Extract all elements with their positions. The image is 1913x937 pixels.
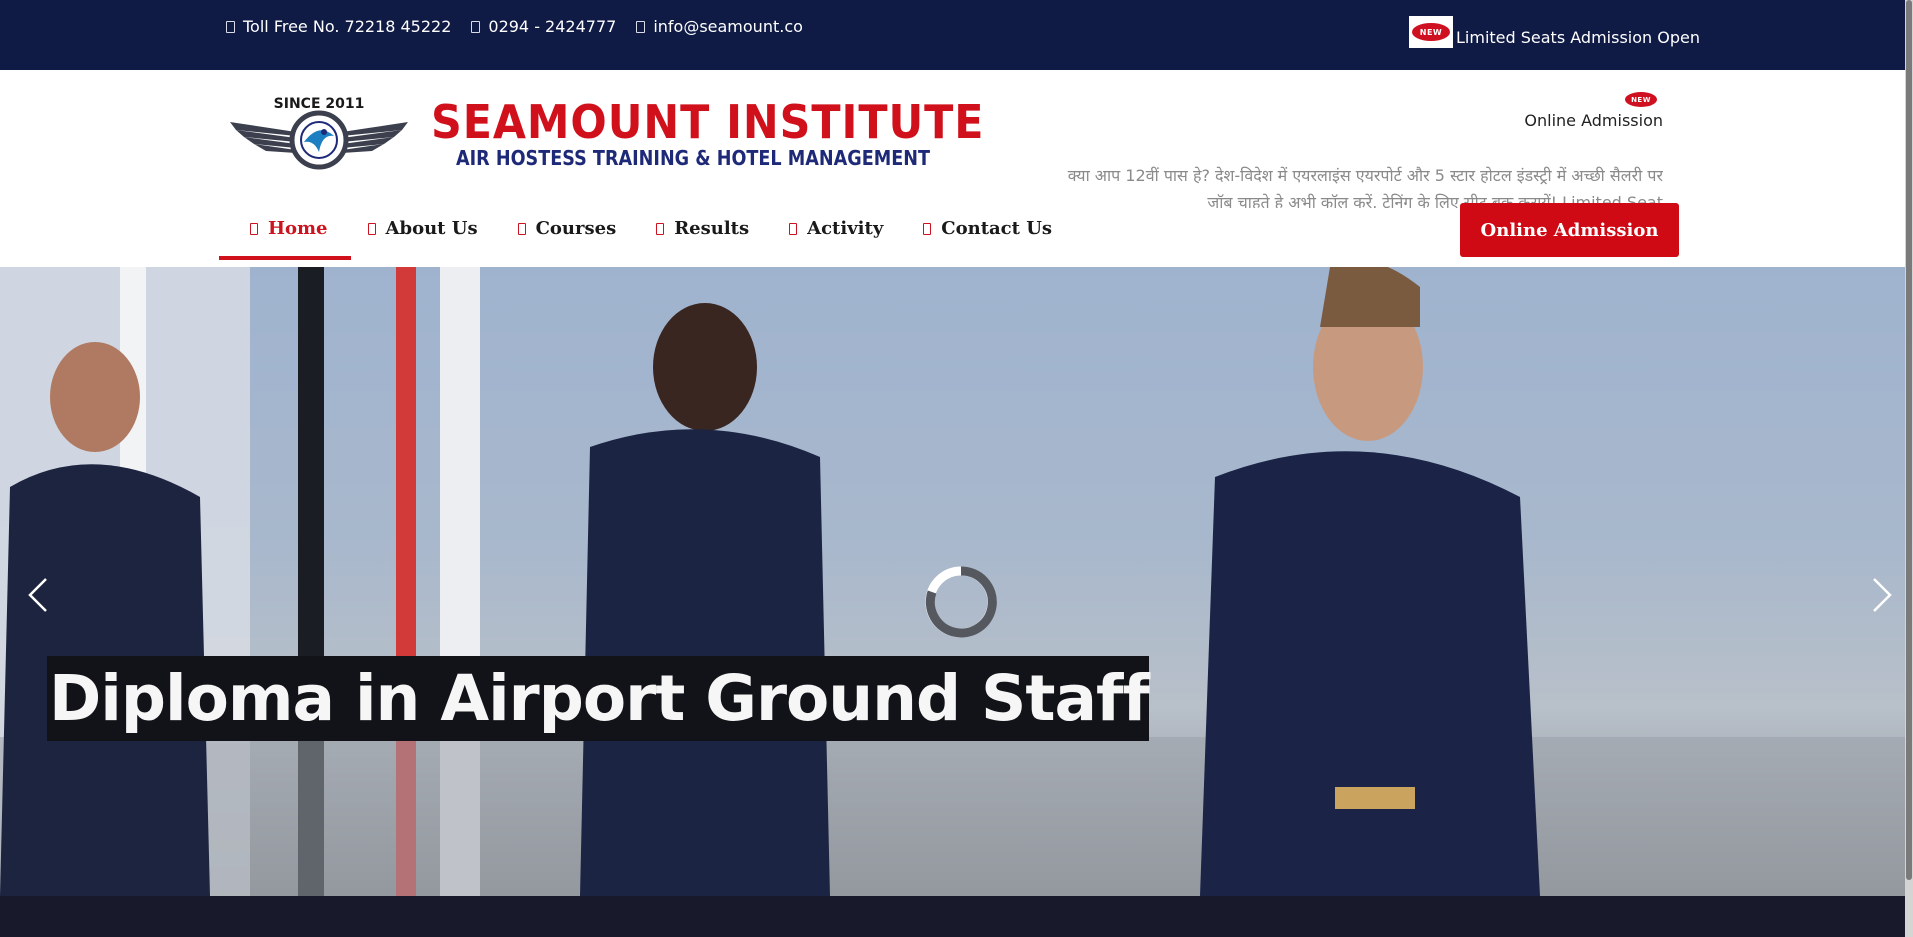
local-phone-contact[interactable]: 0294 - 2424777 (471, 17, 616, 36)
phone-icon (226, 20, 235, 33)
nav-item-home[interactable]: Home (250, 218, 328, 239)
slide-caption: Diploma in Airport Ground Staff (47, 656, 1150, 741)
scrollbar-thumb[interactable] (1906, 0, 1912, 880)
online-admission-button[interactable]: Online Admission (1460, 203, 1679, 257)
online-admission-link-text: Online Admission (1524, 111, 1663, 130)
nav-item-label: Courses (535, 218, 617, 239)
nav-item-label: Results (674, 218, 750, 239)
admission-notice-text: Limited Seats Admission Open (1456, 27, 1700, 47)
book-icon (517, 222, 526, 235)
announcement-marquee: क्या आप 12वीं पास हे? देश-विदेश में एयरल… (1067, 166, 1663, 208)
logo-since-text: SINCE 2011 (274, 96, 365, 112)
section-strip (0, 896, 1913, 937)
top-bar: Toll Free No. 72218 45222 0294 - 2424777… (0, 0, 1913, 70)
nav-item-label: Contact Us (941, 218, 1053, 239)
nav-item-about-us[interactable]: About Us (367, 218, 478, 239)
main-nav: Home About Us Courses Results Activity C… (250, 218, 1092, 239)
logo-subtitle: AIR HOSTESS TRAINING & HOTEL MANAGEMENT (456, 146, 931, 170)
logo-title: SEAMOUNT INSTITUTE (431, 95, 985, 149)
page-scrollbar[interactable] (1905, 0, 1913, 937)
wings-emblem-icon: SINCE 2011 (230, 96, 408, 170)
online-admission-link[interactable]: NEW Online Admission (1524, 94, 1663, 130)
local-phone-text: 0294 - 2424777 (488, 17, 617, 36)
contact-list: Toll Free No. 72218 45222 0294 - 2424777… (226, 17, 803, 36)
new-badge: NEW (1627, 94, 1655, 105)
loading-spinner-icon (925, 566, 997, 638)
toll-free-contact[interactable]: Toll Free No. 72218 45222 (226, 17, 451, 36)
admission-notice[interactable]: NEW Limited Seats Admission Open (1409, 16, 1700, 48)
nav-item-label: Home (268, 218, 328, 239)
calendar-icon (789, 222, 798, 235)
site-header: SINCE 2011 SEAMOUNT INSTITUTE AIR HOSTES… (0, 70, 1913, 267)
email-text: info@seamount.co (653, 17, 803, 36)
active-underline (219, 256, 351, 260)
nav-item-courses[interactable]: Courses (517, 218, 617, 239)
nav-item-results[interactable]: Results (656, 218, 749, 239)
trophy-icon (656, 222, 665, 235)
nav-item-activity[interactable]: Activity (789, 218, 883, 239)
new-badge: NEW (1409, 16, 1453, 48)
home-icon (250, 222, 258, 235)
hero-slider: Diploma in Airport Ground Staff (0, 267, 1913, 896)
slider-prev-arrow[interactable] (24, 575, 54, 615)
phone-icon (471, 20, 481, 33)
nav-item-contact-us[interactable]: Contact Us (923, 218, 1052, 239)
site-logo[interactable]: SINCE 2011 SEAMOUNT INSTITUTE AIR HOSTES… (226, 92, 983, 172)
envelope-icon (636, 20, 646, 33)
phone-icon (923, 222, 932, 235)
email-contact[interactable]: info@seamount.co (636, 17, 803, 36)
toll-free-text: Toll Free No. 72218 45222 (243, 17, 452, 36)
slider-next-arrow[interactable] (1866, 575, 1896, 615)
nav-item-label: Activity (807, 218, 884, 239)
info-icon (367, 222, 376, 235)
nav-item-label: About Us (385, 218, 478, 239)
